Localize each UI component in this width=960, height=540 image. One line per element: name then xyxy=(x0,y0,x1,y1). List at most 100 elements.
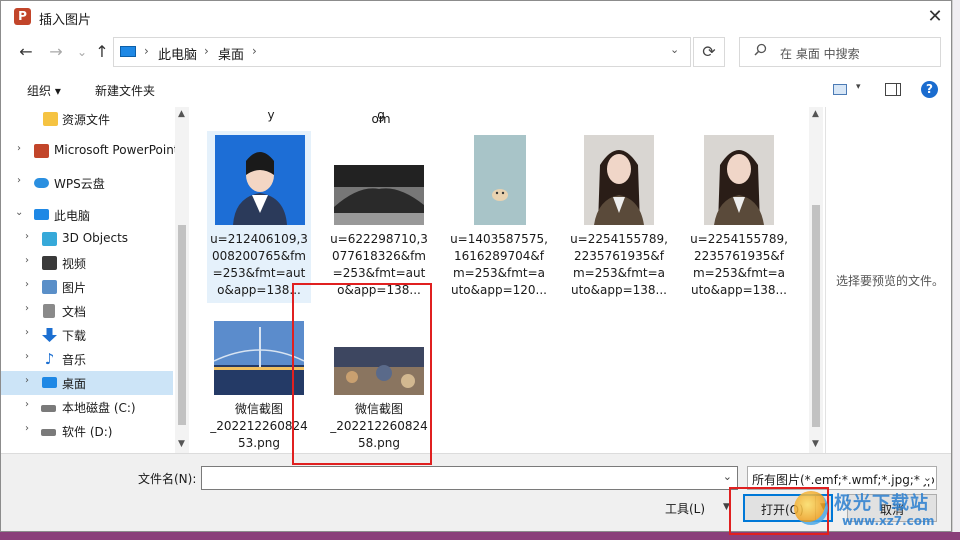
sidebar-item-label: 音乐 xyxy=(62,353,87,367)
sidebar-item-label: 此电脑 xyxy=(54,209,91,223)
expand-icon[interactable]: › xyxy=(17,175,21,186)
up-button[interactable]: ↑ xyxy=(91,41,113,63)
partial-file-label: om xyxy=(371,112,391,126)
view-options-caret[interactable]: ▾ xyxy=(856,82,861,92)
sidebar-item-3d-objects[interactable]: › 3D Objects xyxy=(1,227,173,251)
search-box[interactable]: 在 桌面 中搜索 xyxy=(739,37,941,67)
scrollbar-thumb[interactable] xyxy=(178,225,186,425)
sidebar-item-label: WPS云盘 xyxy=(54,177,105,191)
sidebar-item-downloads[interactable]: › 下载 xyxy=(1,323,173,347)
sidebar-item-drive-c[interactable]: › 本地磁盘 (C:) xyxy=(1,395,173,419)
chevron-down-icon[interactable]: ⌄ xyxy=(723,470,732,483)
change-view-icon[interactable] xyxy=(833,84,847,95)
sidebar-item-label: Microsoft PowerPoint xyxy=(54,143,179,157)
new-folder-button[interactable]: 新建文件夹 xyxy=(95,82,155,99)
sidebar-item-music[interactable]: › ♪ 音乐 xyxy=(1,347,173,371)
forward-button[interactable]: → xyxy=(45,41,67,63)
file-type-value: 所有图片(*.emf;*.wmf;*.jpg;*.jp xyxy=(752,473,935,487)
refresh-button[interactable]: ⟳ xyxy=(693,37,725,67)
breadcrumb-desktop[interactable]: 桌面 xyxy=(218,44,244,63)
expand-icon[interactable]: › xyxy=(25,231,29,242)
expand-icon[interactable]: › xyxy=(17,143,21,154)
scroll-down-icon[interactable]: ▼ xyxy=(812,439,819,449)
watermark-url: www.xz7.com xyxy=(842,514,935,528)
sidebar-item-pictures[interactable]: › 图片 xyxy=(1,275,173,299)
file-tile[interactable]: u=622298710,3 077618326&fm =253&fmt=aut o&a… xyxy=(327,131,431,303)
sidebar-item-resource-files[interactable]: 资源文件 xyxy=(1,107,173,131)
filename-label: 文件名(N): xyxy=(138,472,197,486)
watermark: 极光下载站 www.xz7.com xyxy=(794,487,952,533)
scroll-up-icon[interactable]: ▲ xyxy=(812,109,819,119)
search-icon xyxy=(754,43,767,60)
breadcrumb-separator: › xyxy=(204,44,209,58)
powerpoint-icon xyxy=(34,144,49,158)
sidebar-item-desktop[interactable]: › 桌面 xyxy=(1,371,173,395)
cube-icon xyxy=(42,232,57,246)
file-list: y g om u=212406109,3 008200765&fm =253&fmt… xyxy=(193,107,809,453)
expand-icon[interactable]: › xyxy=(25,303,29,314)
file-tile[interactable]: u=1403587575, 1616289704&f m=253&fmt=a uto&… xyxy=(447,131,551,303)
breadcrumb-separator: › xyxy=(252,44,257,58)
close-button[interactable]: ✕ xyxy=(919,3,951,31)
photo-thumbnail xyxy=(474,135,526,225)
filename-input[interactable]: ⌄ xyxy=(201,466,738,490)
background-app-edge xyxy=(952,0,960,540)
file-tile[interactable]: u=2254155789, 2235761935&f m=253&fmt=a uto&… xyxy=(567,131,671,303)
sidebar-item-label: 视频 xyxy=(62,257,87,271)
sidebar-item-drive-d[interactable]: › 软件 (D:) xyxy=(1,419,173,443)
sidebar-item-wps-cloud[interactable]: › WPS云盘 xyxy=(1,171,173,195)
partial-file-label: y xyxy=(267,108,275,122)
file-list-scrollbar[interactable]: ▲ ▼ xyxy=(809,107,823,453)
sidebar-item-label: 文档 xyxy=(62,305,87,319)
folder-icon xyxy=(43,112,58,126)
file-tile[interactable]: u=212406109,3 008200765&fm =253&fmt=aut o&a… xyxy=(207,131,311,303)
scroll-down-icon[interactable]: ▼ xyxy=(178,439,185,449)
file-tile[interactable]: u=2254155789, 2235761935&f m=253&fmt=a uto&… xyxy=(687,131,791,303)
tools-menu[interactable]: 工具(L) xyxy=(665,500,705,517)
photo-thumbnail xyxy=(334,165,424,225)
breadcrumb-this-pc[interactable]: 此电脑 xyxy=(158,44,197,63)
expand-icon[interactable]: › xyxy=(25,255,29,266)
sidebar-item-label: 3D Objects xyxy=(62,231,129,245)
drive-c-icon xyxy=(41,405,56,412)
navigation-scrollbar[interactable]: ▲ ▼ xyxy=(175,107,189,453)
annotation-box-files xyxy=(292,283,432,465)
expand-icon[interactable]: › xyxy=(25,327,29,338)
sidebar-item-powerpoint[interactable]: › Microsoft PowerPoint xyxy=(1,139,179,163)
powerpoint-app-icon: P xyxy=(14,8,31,25)
organize-menu[interactable]: 组织 ▾ xyxy=(27,82,61,99)
collapse-icon[interactable]: ⌄ xyxy=(15,207,23,218)
expand-icon[interactable]: › xyxy=(25,375,29,386)
scroll-up-icon[interactable]: ▲ xyxy=(178,109,185,119)
help-icon[interactable]: ? xyxy=(921,81,938,98)
back-button[interactable]: ← xyxy=(15,41,37,63)
cloud-icon xyxy=(34,178,49,188)
sidebar-item-label: 本地磁盘 (C:) xyxy=(62,401,136,415)
file-name: u=2254155789, 2235761935&f m=253&fmt=a uto&… xyxy=(690,232,788,297)
photo-thumbnail xyxy=(213,321,305,395)
sidebar-item-videos[interactable]: › 视频 xyxy=(1,251,173,275)
video-icon xyxy=(42,256,57,270)
expand-icon[interactable]: › xyxy=(25,423,29,434)
address-dropdown-icon[interactable]: ⌄ xyxy=(670,43,679,56)
scrollbar-thumb[interactable] xyxy=(812,205,820,427)
expand-icon[interactable]: › xyxy=(25,351,29,362)
recent-locations-button[interactable]: ⌄ xyxy=(71,41,93,63)
desktop-icon xyxy=(42,377,57,388)
sidebar-item-this-pc[interactable]: ⌄ 此电脑 xyxy=(1,203,173,227)
address-bar[interactable]: › 此电脑 › 桌面 › ⌄ xyxy=(113,37,691,67)
preview-pane-icon[interactable] xyxy=(885,83,901,96)
computer-icon xyxy=(34,209,49,220)
sidebar-item-label: 软件 (D:) xyxy=(62,425,113,439)
expand-icon[interactable]: › xyxy=(25,399,29,410)
chevron-down-icon[interactable]: ⌄ xyxy=(920,471,932,484)
download-icon xyxy=(42,328,57,342)
file-name: u=1403587575, 1616289704&f m=253&fmt=a uto&… xyxy=(450,232,548,297)
insert-picture-dialog: P 插入图片 ✕ ← → ⌄ ↑ › 此电脑 › 桌面 › ⌄ ⟳ 在 桌面 中… xyxy=(0,0,952,535)
photo-thumbnail xyxy=(584,135,654,225)
search-placeholder: 在 桌面 中搜索 xyxy=(780,47,860,61)
photo-thumbnail xyxy=(704,135,774,225)
sidebar-item-documents[interactable]: › 文档 xyxy=(1,299,173,323)
expand-icon[interactable]: › xyxy=(25,279,29,290)
sidebar-item-label: 桌面 xyxy=(62,377,87,391)
